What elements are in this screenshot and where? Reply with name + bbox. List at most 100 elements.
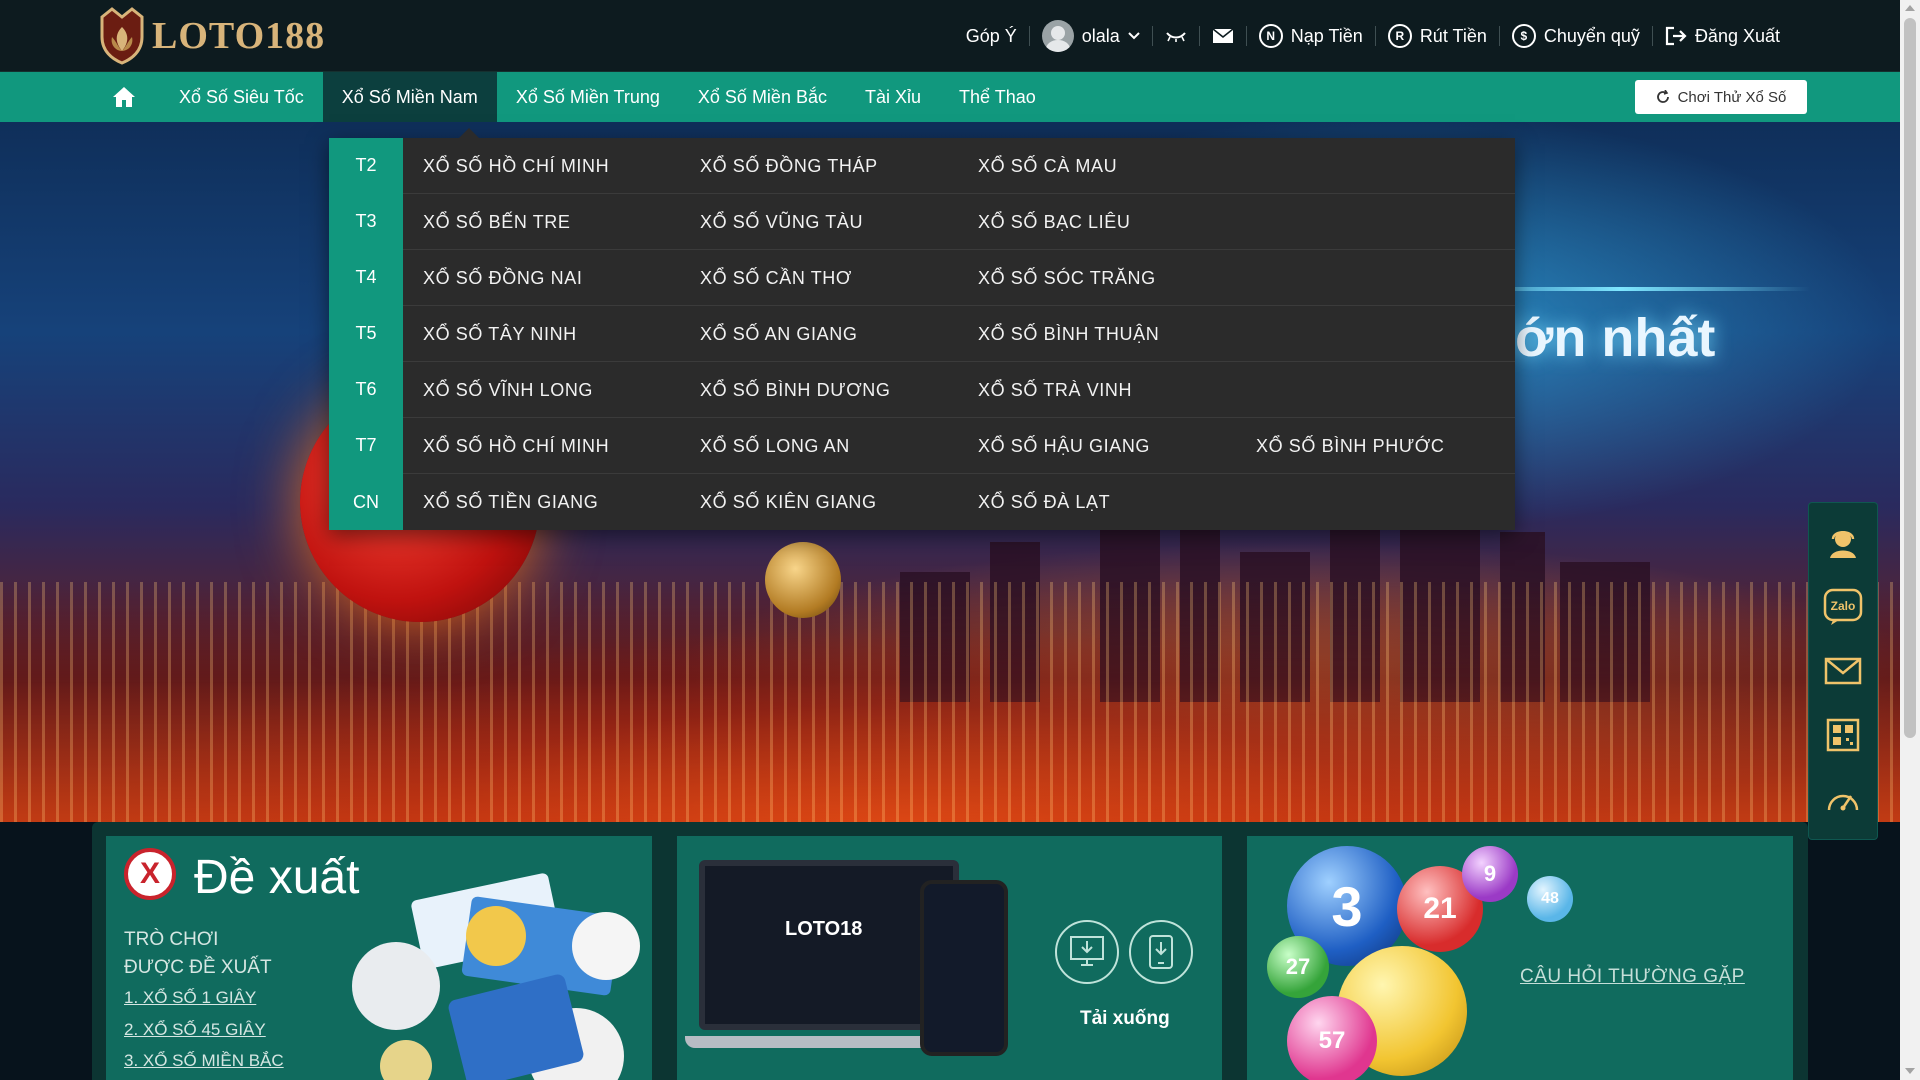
email-button[interactable] — [1821, 649, 1865, 693]
lottery-link[interactable]: XỔ SỐ BÌNH DƯƠNG — [700, 362, 890, 418]
lottery-link[interactable]: XỔ SỐ ĐỒNG NAI — [423, 250, 582, 306]
hero-slogan: lớn nhất — [1500, 308, 1716, 368]
dropdown-row: CN XỔ SỐ TIỀN GIANG XỔ SỐ KIÊN GIANG XỔ … — [329, 474, 1515, 530]
withdraw-label: Rút Tiền — [1419, 25, 1487, 46]
username: olala — [1081, 25, 1120, 46]
nav-tab-the-thao[interactable]: Thể Thao — [940, 72, 1055, 122]
recommended-game-link[interactable]: 2. XỔ SỐ 45 GIÂY — [124, 1020, 266, 1040]
feedback-link[interactable]: Góp Ý — [954, 26, 1029, 47]
lottery-link[interactable]: XỔ SỐ HẬU GIANG — [978, 418, 1150, 474]
transfer-button[interactable]: $ Chuyển quỹ — [1500, 24, 1652, 48]
qr-code-icon — [1826, 718, 1860, 752]
day-label: T3 — [329, 193, 403, 250]
bingo-ball-number: 48 — [1541, 890, 1559, 907]
nav-tab-tai-xiu[interactable]: Tài Xỉu — [846, 72, 940, 122]
phone-image — [920, 880, 1008, 1056]
trial-lottery-button[interactable]: Chơi Thử Xổ Số — [1635, 80, 1807, 114]
deposit-button[interactable]: N Nạp Tiền — [1247, 24, 1375, 48]
lottery-link[interactable]: XỔ SỐ VŨNG TÀU — [700, 194, 863, 250]
bingo-ball-number: 21 — [1423, 892, 1457, 925]
lottery-link[interactable]: XỔ SỐ ĐỒNG THÁP — [700, 138, 878, 194]
deposit-label: Nạp Tiền — [1290, 25, 1363, 46]
day-label: T7 — [329, 417, 403, 474]
lottery-link[interactable]: XỔ SỐ CẦN THƠ — [700, 250, 852, 306]
download-label: Tải xuống — [1080, 1008, 1170, 1029]
deposit-icon: N — [1258, 24, 1283, 48]
messages-button[interactable] — [1200, 28, 1246, 44]
trial-lottery-label: Chơi Thử Xổ Số — [1677, 88, 1787, 106]
header-actions: Góp Ý olala N Nạp Tiền R Rút Tiền $ Chuy… — [954, 0, 1792, 72]
scroll-down-arrow-icon[interactable] — [1905, 1068, 1915, 1074]
withdraw-button[interactable]: R Rút Tiền — [1376, 24, 1499, 48]
day-label: T2 — [329, 137, 403, 194]
nav-tab-mien-nam[interactable]: Xổ Số Miền Nam — [322, 72, 497, 122]
lottery-ball-image — [765, 542, 841, 618]
recommended-game-link[interactable]: 3. XỔ SỐ MIỀN BẮC — [124, 1051, 284, 1071]
speedometer-icon — [1827, 794, 1859, 811]
screen-brand-text: LOTO18 — [785, 918, 863, 940]
nav-tab-label: Xổ Số Miền Nam — [341, 86, 478, 107]
lottery-link[interactable]: XỔ SỐ BÌNH PHƯỚC — [1256, 418, 1444, 474]
nav-tab-mien-bac[interactable]: Xổ Số Miền Bắc — [679, 72, 846, 122]
lottery-link[interactable]: XỔ SỐ BÌNH THUẬN — [978, 306, 1159, 362]
page-scrollbar[interactable] — [1900, 0, 1920, 1080]
withdraw-icon: R — [1387, 24, 1412, 48]
desktop-download-button[interactable] — [1055, 920, 1119, 984]
dropdown-row: T2 XỔ SỐ HỒ CHÍ MINH XỔ SỐ ĐỒNG THÁP XỔ … — [329, 137, 1515, 194]
speed-test-button[interactable] — [1821, 777, 1865, 821]
lottery-link[interactable]: XỔ SỐ TIỀN GIANG — [423, 474, 598, 530]
logout-button[interactable]: Đăng Xuất — [1653, 26, 1792, 47]
mobile-download-icon — [1149, 935, 1173, 969]
dropdown-row: T4 XỔ SỐ ĐỒNG NAI XỔ SỐ CẦN THƠ XỔ SỐ SÓ… — [329, 249, 1515, 306]
dropdown-row: T3 XỔ SỐ BẾN TRE XỔ SỐ VŨNG TÀU XỔ SỐ BẠ… — [329, 193, 1515, 250]
scrollbar-thumb[interactable] — [1904, 18, 1916, 738]
eye-closed-icon — [1165, 32, 1186, 42]
lottery-link[interactable]: XỔ SỐ BẾN TRE — [423, 194, 571, 250]
nav-tab-label: Thể Thao — [959, 86, 1036, 107]
nav-tab-label: Xổ Số Miền Trung — [515, 86, 660, 107]
download-app-card: LOTO18 Tải xuống — [677, 836, 1222, 1080]
mobile-download-button[interactable] — [1129, 920, 1193, 984]
lottery-link[interactable]: XỔ SỐ CÀ MAU — [978, 138, 1117, 194]
zalo-text: Zalo — [1831, 599, 1856, 613]
support-button[interactable] — [1821, 521, 1865, 565]
avatar — [1041, 20, 1074, 52]
mail-icon — [1824, 657, 1862, 685]
lottery-link[interactable]: XỔ SỐ TRÀ VINH — [978, 362, 1132, 418]
mien-nam-dropdown: T2 XỔ SỐ HỒ CHÍ MINH XỔ SỐ ĐỒNG THÁP XỔ … — [329, 128, 1515, 530]
home-button[interactable] — [100, 72, 160, 122]
notification-button[interactable] — [1153, 29, 1199, 43]
lottery-link[interactable]: XỔ SỐ TÂY NINH — [423, 306, 577, 362]
scroll-up-arrow-icon[interactable] — [1905, 5, 1915, 11]
recommend-subtitle: TRÒ CHƠI ĐƯỢC ĐỀ XUẤT — [124, 926, 284, 982]
nav-tab-mien-trung[interactable]: Xổ Số Miền Trung — [497, 72, 679, 122]
zalo-button[interactable]: Zalo — [1821, 585, 1865, 629]
lottery-link[interactable]: XỔ SỐ HỒ CHÍ MINH — [423, 138, 609, 194]
top-bar: LOTO188 Góp Ý olala N Nạp Tiền R Rút Tiề… — [0, 0, 1900, 72]
faq-link[interactable]: CÂU HỎI THƯỜNG GẶP — [1520, 966, 1745, 988]
lottery-link[interactable]: XỔ SỐ SÓC TRĂNG — [978, 250, 1156, 306]
nav-tab-label: Tài Xỉu — [864, 86, 922, 107]
nav-tab-sieu-toc[interactable]: Xổ Số Siêu Tốc — [160, 72, 323, 122]
lotto-balls-illustration — [352, 873, 640, 1080]
user-menu[interactable]: olala — [1030, 20, 1152, 52]
lottery-link[interactable]: XỔ SỐ ĐÀ LẠT — [978, 474, 1110, 530]
lottery-link[interactable]: XỔ SỐ KIÊN GIANG — [700, 474, 877, 530]
bingo-ball: 9 — [1462, 846, 1518, 902]
dropdown-row: T7 XỔ SỐ HỒ CHÍ MINH XỔ SỐ LONG AN XỔ SỐ… — [329, 417, 1515, 474]
recommend-subtitle-line: ĐƯỢC ĐỀ XUẤT — [124, 957, 272, 978]
lottery-link[interactable]: XỔ SỐ BẠC LIÊU — [978, 194, 1130, 250]
lottery-link[interactable]: XỔ SỐ AN GIANG — [700, 306, 857, 362]
day-label: T6 — [329, 361, 403, 418]
bingo-ball-number: 27 — [1285, 954, 1311, 979]
qr-button[interactable] — [1821, 713, 1865, 757]
site-logo[interactable]: LOTO188 — [98, 6, 325, 66]
main-nav: Xổ Số Siêu Tốc Xổ Số Miền Nam Xổ Số Miền… — [0, 72, 1900, 122]
lottery-link[interactable]: XỔ SỐ LONG AN — [700, 418, 850, 474]
home-icon — [113, 87, 135, 107]
nav-tab-label: Xổ Số Siêu Tốc — [179, 86, 304, 107]
lottery-link[interactable]: XỔ SỐ HỒ CHÍ MINH — [423, 418, 609, 474]
envelope-icon — [1212, 28, 1234, 43]
recommended-game-link[interactable]: 1. XỔ SỐ 1 GIÂY — [124, 988, 256, 1008]
lottery-link[interactable]: XỔ SỐ VĨNH LONG — [423, 362, 593, 418]
